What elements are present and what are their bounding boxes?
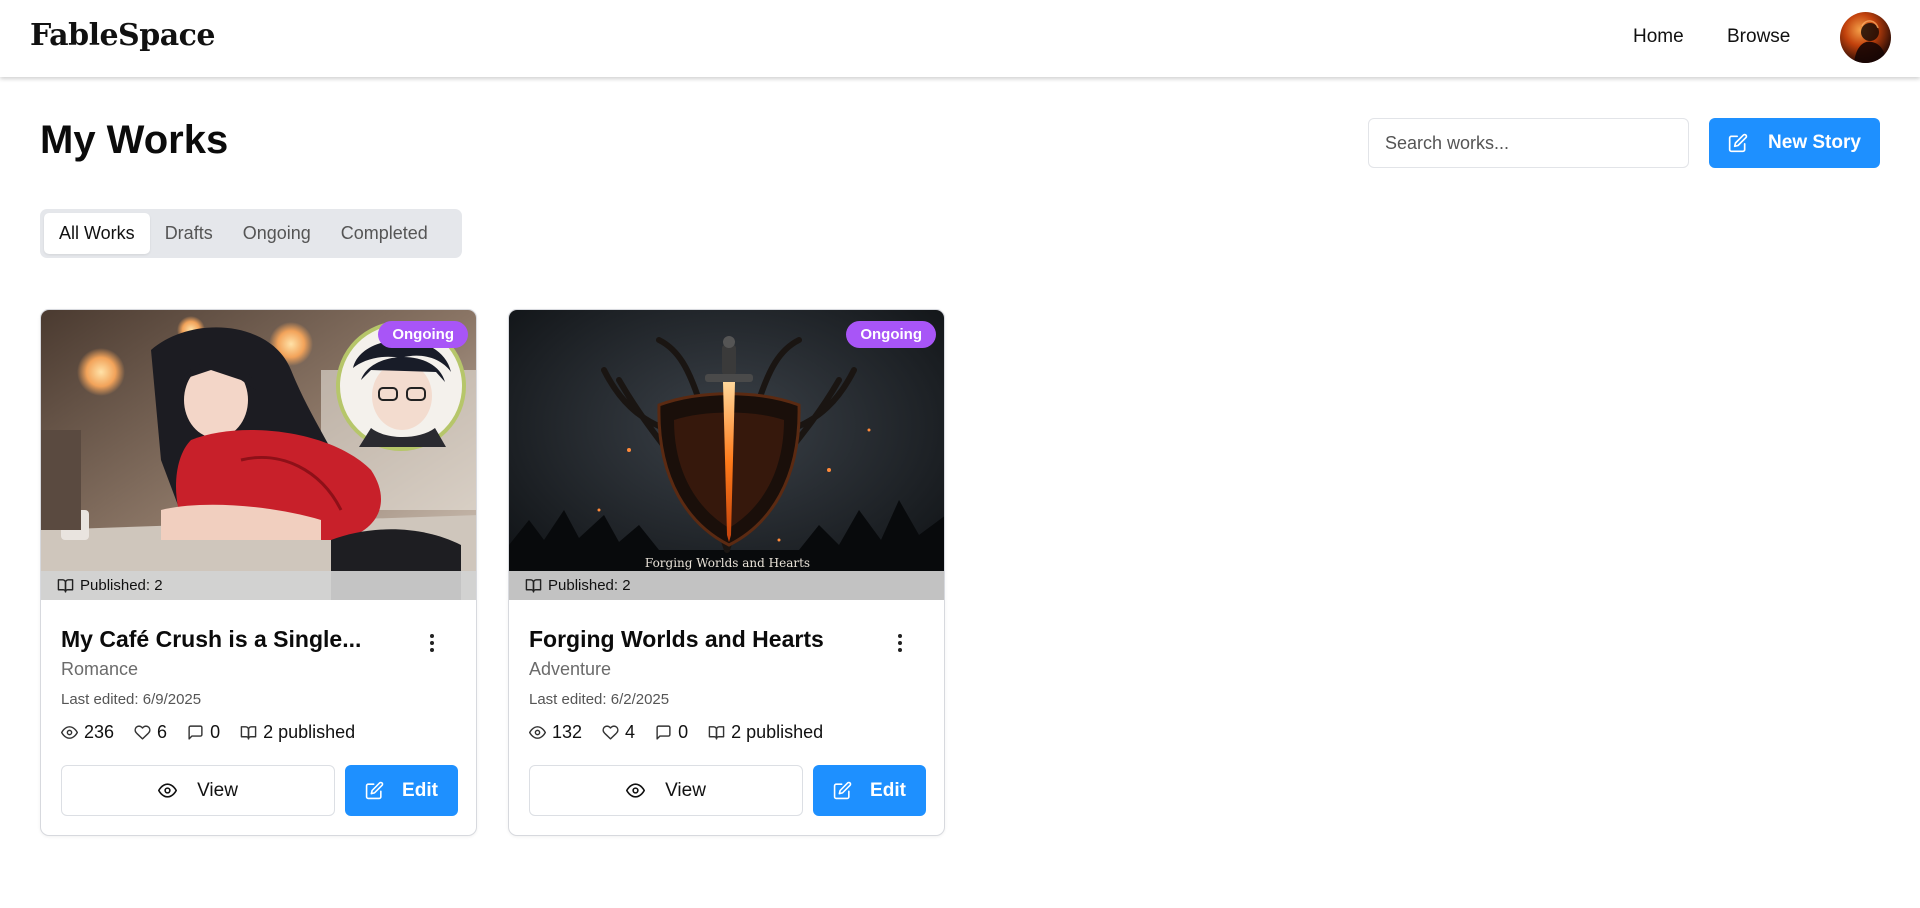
edit-icon [365,781,384,800]
views-count: 132 [552,722,583,742]
eye-icon [626,783,646,798]
works-filter-tabs: All Works Drafts Ongoing Completed [40,209,462,258]
book-open-icon [240,726,257,740]
edit-button[interactable]: Edit [345,765,458,816]
eye-icon [529,726,546,739]
last-edited: Last edited: 6/9/2025 [61,691,202,708]
view-button[interactable]: View [61,765,335,816]
work-stats: 132 4 0 2 published [529,722,843,743]
published-strip-label: Published: 2 [80,577,163,594]
edit-label: Edit [402,779,438,801]
book-open-icon [525,579,542,593]
tab-all-works[interactable]: All Works [44,213,150,254]
nav-browse-link[interactable]: Browse [1727,26,1790,48]
comments-stat: 0 [187,722,220,743]
likes-stat: 4 [602,722,635,743]
new-story-label: New Story [1768,132,1861,153]
user-avatar[interactable] [1840,12,1891,63]
brand-logo[interactable]: FableSpace [30,18,216,53]
comments-count: 0 [678,722,689,742]
cover-image[interactable]: Forging Worlds and Hearts Ongoing Publis… [509,310,944,600]
avatar-image [1854,20,1886,63]
work-title[interactable]: My Café Crush is a Single... [61,626,361,653]
book-open-icon [708,726,725,740]
page-title: My Works [40,118,229,162]
status-badge: Ongoing [846,321,936,348]
likes-count: 4 [625,722,636,742]
top-navbar: FableSpace Home Browse [0,0,1920,77]
published-stat: 2 published [708,722,823,743]
edit-label: Edit [870,779,906,801]
work-card: Forging Worlds and Hearts Ongoing Publis… [508,309,945,836]
view-label: View [665,779,706,801]
book-open-icon [57,579,74,593]
heart-icon [134,725,151,740]
views-count: 236 [84,722,115,742]
edit-button[interactable]: Edit [813,765,926,816]
cover-title-text: Forging Worlds and Hearts [644,556,811,570]
tab-ongoing[interactable]: Ongoing [228,213,326,254]
work-title[interactable]: Forging Worlds and Hearts [529,626,824,653]
tab-completed[interactable]: Completed [326,213,443,254]
views-stat: 236 [61,722,114,743]
status-badge: Ongoing [378,321,468,348]
likes-count: 6 [157,722,168,742]
new-story-button[interactable]: New Story [1709,118,1880,168]
published-strip-label: Published: 2 [548,577,631,594]
published-strip: Published: 2 [509,571,944,600]
edit-icon [1728,133,1748,153]
cover-illustration-cafe [41,310,476,600]
work-genre: Adventure [529,659,612,679]
heart-icon [602,725,619,740]
comments-stat: 0 [655,722,688,743]
search-works-input[interactable] [1368,118,1689,168]
comments-count: 0 [210,722,221,742]
published-count: 2 published [731,722,824,742]
eye-icon [158,783,178,798]
published-count: 2 published [263,722,356,742]
more-options-icon[interactable] [890,631,910,655]
published-stat: 2 published [240,722,355,743]
likes-stat: 6 [134,722,167,743]
work-genre: Romance [61,659,139,679]
more-options-icon[interactable] [422,631,442,655]
comment-icon [656,725,671,740]
tab-drafts[interactable]: Drafts [150,213,228,254]
published-strip: Published: 2 [41,571,476,600]
cover-image[interactable]: Ongoing Published: 2 [41,310,476,600]
view-button[interactable]: View [529,765,803,816]
view-label: View [197,779,238,801]
edit-icon [833,781,852,800]
eye-icon [61,726,78,739]
work-stats: 236 6 0 2 published [61,722,375,743]
nav-home-link[interactable]: Home [1633,26,1684,48]
comment-icon [188,725,203,740]
last-edited: Last edited: 6/2/2025 [529,691,670,708]
views-stat: 132 [529,722,582,743]
work-card: Ongoing Published: 2 My Café Crush is a … [40,309,477,836]
